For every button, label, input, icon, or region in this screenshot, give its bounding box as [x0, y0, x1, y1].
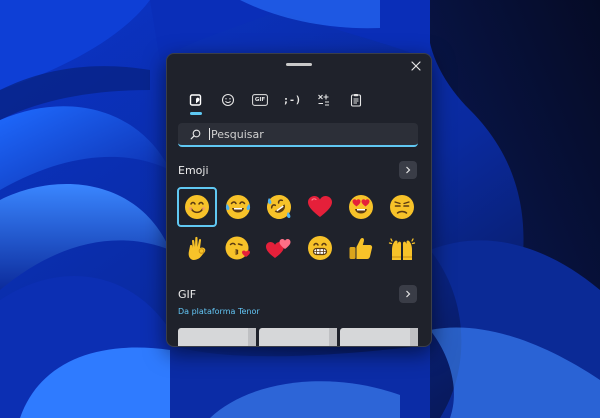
- close-button[interactable]: [408, 58, 424, 74]
- chevron-right-icon: [406, 290, 411, 298]
- tab-kaomoji[interactable]: ;-): [277, 88, 307, 112]
- gif-tab-label: GIF: [254, 97, 266, 103]
- emoji-face-blowing-kiss[interactable]: [218, 228, 258, 268]
- close-icon: [411, 61, 421, 71]
- clipboard-icon: [350, 94, 362, 107]
- emoji-tears-of-joy[interactable]: [218, 187, 258, 227]
- emoji-raising-hands[interactable]: [382, 228, 422, 268]
- search-icon: [189, 128, 201, 140]
- emoji-section-title: Emoji: [178, 164, 209, 177]
- smiley-icon: [221, 93, 235, 107]
- tab-gif[interactable]: GIF: [245, 88, 275, 112]
- gif-thumbnail[interactable]: [340, 328, 418, 346]
- gif-thumbnail[interactable]: [178, 328, 256, 346]
- kaomoji-icon: ;-): [282, 94, 302, 106]
- recent-icon: [189, 94, 202, 106]
- drag-handle[interactable]: [286, 63, 312, 66]
- emoji-rolling-laughing[interactable]: [259, 187, 299, 227]
- gif-thumbnail[interactable]: [259, 328, 337, 346]
- gif-section-title: GIF: [178, 288, 197, 301]
- tab-symbols[interactable]: [309, 88, 339, 112]
- search-box[interactable]: [178, 123, 418, 147]
- emoji-ok-hand[interactable]: [177, 228, 217, 268]
- chevron-right-icon: [406, 166, 411, 174]
- emoji-red-heart[interactable]: [300, 187, 340, 227]
- gif-more-button[interactable]: [399, 285, 417, 303]
- emoji-thumbs-up[interactable]: [341, 228, 381, 268]
- gif-source-label: Da plataforma Tenor: [178, 307, 260, 316]
- emoji-two-hearts[interactable]: [259, 228, 299, 268]
- symbols-icon: [318, 94, 329, 106]
- emoji-smiling-face[interactable]: [177, 187, 217, 227]
- tab-emoji[interactable]: [213, 88, 243, 112]
- text-caret: [209, 128, 210, 140]
- tab-bar: GIF ;-): [181, 88, 373, 115]
- active-tab-indicator: [190, 112, 202, 115]
- emoji-grinning-face[interactable]: [300, 228, 340, 268]
- tab-recent[interactable]: [181, 88, 211, 115]
- emoji-unamused-face[interactable]: [382, 187, 422, 227]
- emoji-more-button[interactable]: [399, 161, 417, 179]
- tab-clipboard[interactable]: [341, 88, 371, 112]
- emoji-heart-eyes[interactable]: [341, 187, 381, 227]
- emoji-panel: GIF ;-) Pesquisar Emoji GIF Da plataform…: [166, 53, 432, 347]
- desktop: GIF ;-) Pesquisar Emoji GIF Da plataform…: [0, 0, 600, 418]
- search-input[interactable]: [211, 127, 401, 141]
